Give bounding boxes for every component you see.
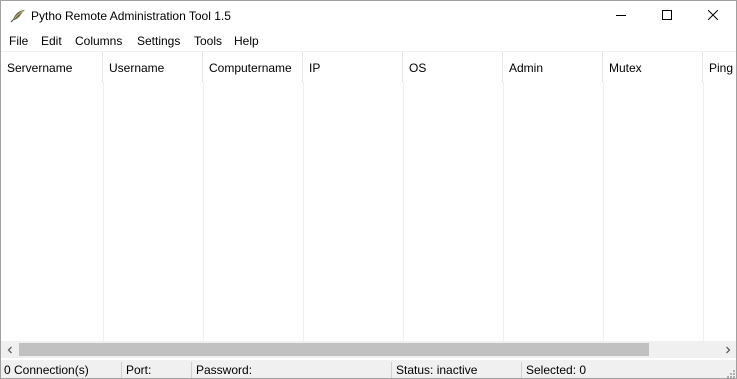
maximize-button[interactable] — [644, 1, 690, 31]
scroll-left-button[interactable] — [1, 341, 18, 358]
chevron-right-icon — [724, 343, 732, 357]
main-window: Pytho Remote Administration Tool 1.5 Fil… — [0, 0, 737, 379]
window-title: Pytho Remote Administration Tool 1.5 — [31, 9, 231, 23]
connections-list[interactable]: Servername Username Computername IP OS A… — [1, 52, 736, 341]
status-password: Password: — [191, 362, 391, 378]
scrollbar-thumb[interactable] — [19, 343, 649, 356]
scroll-right-button[interactable] — [719, 341, 736, 358]
horizontal-scrollbar[interactable] — [1, 341, 736, 358]
status-port: Port: — [121, 362, 191, 378]
feather-icon — [10, 9, 26, 23]
minimize-icon — [616, 9, 626, 23]
resize-grip-icon[interactable] — [725, 367, 735, 378]
column-header-mutex[interactable]: Mutex — [603, 52, 703, 82]
column-header-os[interactable]: OS — [403, 52, 503, 82]
menu-columns[interactable]: Columns — [75, 34, 122, 48]
column-divider — [303, 82, 304, 341]
column-divider — [703, 82, 704, 341]
chevron-left-icon — [6, 343, 14, 357]
menu-help[interactable]: Help — [234, 34, 259, 48]
column-divider — [403, 82, 404, 341]
menu-settings[interactable]: Settings — [137, 34, 180, 48]
status-connections: 0 Connection(s) — [4, 363, 89, 377]
column-divider — [503, 82, 504, 341]
menu-file[interactable]: File — [9, 34, 28, 48]
column-divider — [603, 82, 604, 341]
column-divider — [103, 82, 104, 341]
list-header: Servername Username Computername IP OS A… — [1, 52, 736, 82]
status-selected: Selected: 0 — [521, 362, 721, 378]
title-bar[interactable]: Pytho Remote Administration Tool 1.5 — [1, 1, 736, 31]
close-icon — [707, 9, 719, 23]
column-header-admin[interactable]: Admin — [503, 52, 603, 82]
status-bar: 0 Connection(s) Port: Password: Status: … — [1, 360, 736, 378]
column-header-ping[interactable]: Ping — [703, 52, 736, 82]
menu-bar: File Edit Columns Settings Tools Help — [1, 31, 736, 52]
menu-tools[interactable]: Tools — [194, 34, 222, 48]
column-header-servername[interactable]: Servername — [1, 52, 103, 82]
column-header-ip[interactable]: IP — [303, 52, 403, 82]
column-header-username[interactable]: Username — [103, 52, 203, 82]
column-divider — [203, 82, 204, 341]
minimize-button[interactable] — [598, 1, 644, 31]
status-state: Status: inactive — [391, 362, 521, 378]
menu-edit[interactable]: Edit — [41, 34, 62, 48]
maximize-icon — [662, 9, 672, 23]
close-button[interactable] — [690, 1, 736, 31]
column-header-computername[interactable]: Computername — [203, 52, 303, 82]
